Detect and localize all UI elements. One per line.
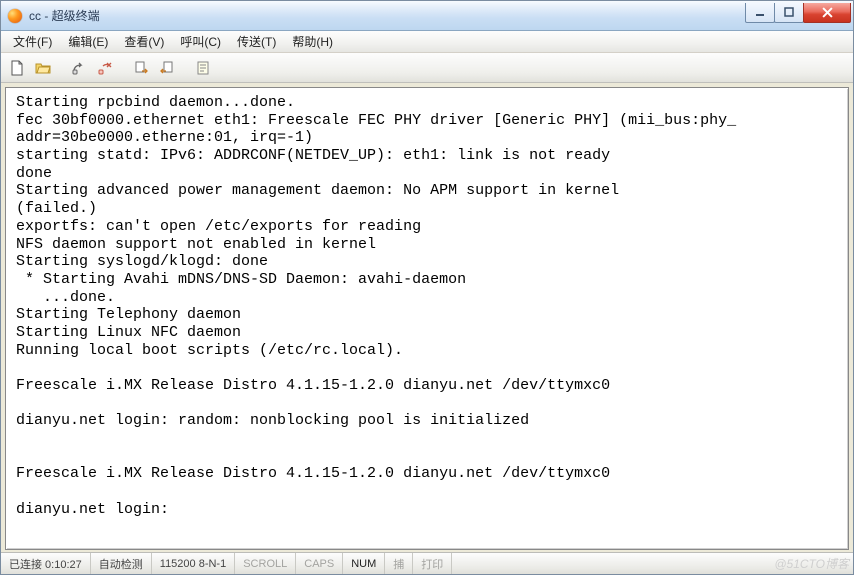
app-icon xyxy=(7,8,23,24)
minimize-icon xyxy=(755,7,765,17)
close-icon xyxy=(822,7,833,18)
status-bar: 已连接 0:10:27 自动检测 115200 8-N-1 SCROLL CAP… xyxy=(1,552,853,574)
new-file-icon xyxy=(9,60,25,76)
status-connected: 已连接 0:10:27 xyxy=(1,553,91,574)
menu-view[interactable]: 查看(V) xyxy=(116,31,172,52)
menu-file[interactable]: 文件(F) xyxy=(5,31,60,52)
send-button[interactable] xyxy=(130,57,152,79)
status-scroll: SCROLL xyxy=(235,553,296,574)
menu-help[interactable]: 帮助(H) xyxy=(284,31,341,52)
connect-icon xyxy=(71,60,87,76)
terminal-output: Starting rpcbind daemon...done. fec 30bf… xyxy=(16,94,844,519)
status-print: 打印 xyxy=(413,553,452,574)
receive-button[interactable] xyxy=(156,57,178,79)
menu-bar: 文件(F) 编辑(E) 查看(V) 呼叫(C) 传送(T) 帮助(H) xyxy=(1,31,853,53)
open-file-icon xyxy=(35,60,51,76)
maximize-button[interactable] xyxy=(774,3,804,23)
status-params: 115200 8-N-1 xyxy=(152,553,235,574)
new-file-button[interactable] xyxy=(6,57,28,79)
send-icon xyxy=(133,60,149,76)
menu-edit[interactable]: 编辑(E) xyxy=(60,31,116,52)
disconnect-button[interactable] xyxy=(94,57,116,79)
menu-call[interactable]: 呼叫(C) xyxy=(172,31,229,52)
open-file-button[interactable] xyxy=(32,57,54,79)
title-bar[interactable]: cc - 超级终端 xyxy=(1,1,853,31)
minimize-button[interactable] xyxy=(745,3,775,23)
status-caps: CAPS xyxy=(296,553,343,574)
toolbar xyxy=(1,53,853,83)
menu-transfer[interactable]: 传送(T) xyxy=(229,31,284,52)
connect-button[interactable] xyxy=(68,57,90,79)
window-controls xyxy=(746,3,851,23)
disconnect-icon xyxy=(97,60,113,76)
app-window: cc - 超级终端 文件(F) 编辑(E) 查看(V) 呼叫(C) 传送(T) … xyxy=(0,0,854,575)
receive-icon xyxy=(159,60,175,76)
properties-button[interactable] xyxy=(192,57,214,79)
status-num: NUM xyxy=(343,553,385,574)
properties-icon xyxy=(195,60,211,76)
status-autodetect: 自动检测 xyxy=(91,553,152,574)
close-button[interactable] xyxy=(803,3,851,23)
maximize-icon xyxy=(784,7,794,17)
status-capture: 捕 xyxy=(385,553,413,574)
watermark: @51CTO博客 xyxy=(774,555,849,572)
terminal-viewport[interactable]: Starting rpcbind daemon...done. fec 30bf… xyxy=(5,87,849,550)
terminal-area: Starting rpcbind daemon...done. fec 30bf… xyxy=(1,83,853,552)
window-title: cc - 超级终端 xyxy=(29,7,100,24)
